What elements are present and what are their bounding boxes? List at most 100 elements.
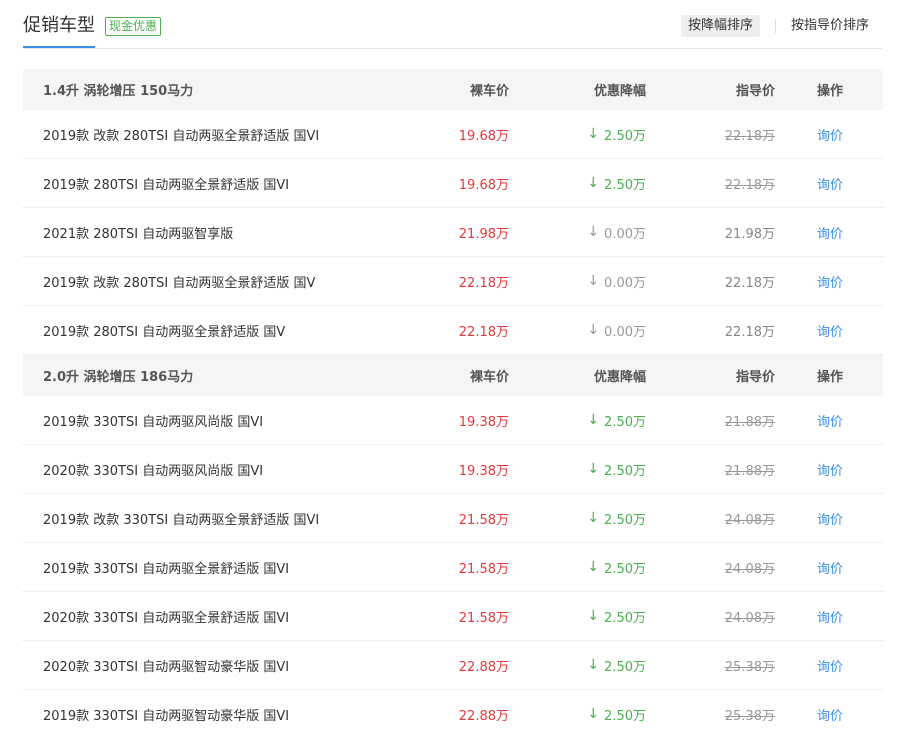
promo-table: 1.4升 涡轮增压 150马力 裸车价 优惠降幅 指导价 操作 2019款 改款 280T…: [23, 69, 883, 738]
table-row: 2019款 330TSI 自动两驱风尚版 国VI 19.38万 ↓ 2.50万 21.8…: [23, 396, 883, 445]
model-name[interactable]: 2020款 330TSI 自动两驱智动豪华版 国VI: [43, 641, 289, 689]
model-name[interactable]: 2019款 280TSI 自动两驱全景舒适版 国V: [43, 306, 285, 354]
arrow-down-icon: ↓: [587, 224, 600, 240]
arrow-down-icon: ↓: [587, 461, 600, 477]
model-name[interactable]: 2019款 改款 280TSI 自动两驱全景舒适版 国VI: [43, 110, 319, 158]
sort-divider: [775, 19, 776, 33]
col-header-action: 操作: [817, 370, 844, 385]
guide-price: 24.08万: [724, 561, 775, 577]
inquire-price-link[interactable]: 询价: [817, 494, 843, 542]
model-name[interactable]: 2020款 330TSI 自动两驱风尚版 国VI: [43, 445, 263, 493]
guide-price: 21.98万: [724, 226, 775, 242]
arrow-down-icon: ↓: [587, 559, 600, 575]
bare-price: 19.38万: [458, 463, 509, 479]
model-name[interactable]: 2019款 改款 330TSI 自动两驱全景舒适版 国VI: [43, 494, 319, 542]
table-row: 2020款 330TSI 自动两驱智动豪华版 国VI 22.88万 ↓ 2.50万 25…: [23, 641, 883, 690]
col-header-discount: 优惠降幅: [593, 84, 646, 99]
arrow-down-icon: ↓: [587, 608, 600, 624]
table-row: 2020款 330TSI 自动两驱全景舒适版 国VI 21.58万 ↓ 2.50万 24…: [23, 592, 883, 641]
discount-value: 2.50万: [604, 659, 646, 675]
bare-price: 21.58万: [458, 512, 509, 528]
discount-amount: ↓ 0.00万: [587, 257, 646, 305]
model-name[interactable]: 2019款 改款 280TSI 自动两驱全景舒适版 国V: [43, 257, 315, 305]
discount-value: 2.50万: [604, 512, 646, 528]
inquire-price-link[interactable]: 询价: [817, 110, 843, 158]
table-row: 2019款 改款 280TSI 自动两驱全景舒适版 国V 22.18万 ↓ 0.00万…: [23, 257, 883, 306]
inquire-price-link[interactable]: 询价: [817, 159, 843, 207]
discount-amount: ↓ 2.50万: [587, 396, 646, 444]
inquire-price-link[interactable]: 询价: [817, 690, 843, 738]
bare-price: 19.68万: [458, 128, 509, 144]
bare-price: 21.58万: [458, 610, 509, 626]
table-row: 2019款 280TSI 自动两驱全景舒适版 国V 22.18万 ↓ 0.00万 22.…: [23, 306, 883, 355]
discount-amount: ↓ 2.50万: [587, 159, 646, 207]
discount-amount: ↓ 2.50万: [587, 110, 646, 158]
guide-price: 22.18万: [724, 324, 775, 340]
discount-value: 2.50万: [604, 128, 646, 144]
discount-value: 2.50万: [604, 708, 646, 724]
model-name[interactable]: 2021款 280TSI 自动两驱智享版: [43, 208, 233, 256]
col-header-guide-price: 指导价: [735, 84, 775, 99]
arrow-down-icon: ↓: [587, 412, 600, 428]
inquire-price-link[interactable]: 询价: [817, 396, 843, 444]
inquire-price-link[interactable]: 询价: [817, 208, 843, 256]
model-name[interactable]: 2019款 330TSI 自动两驱智动豪华版 国VI: [43, 690, 289, 738]
inquire-price-link[interactable]: 询价: [817, 543, 843, 591]
bare-price: 19.68万: [458, 177, 509, 193]
sort-by-guide-price-button[interactable]: 按指导价排序: [791, 15, 869, 37]
table-row: 2019款 330TSI 自动两驱全景舒适版 国VI 21.58万 ↓ 2.50万 24…: [23, 543, 883, 592]
group-header: 2.0升 涡轮增压 186马力 裸车价 优惠降幅 指导价 操作: [23, 355, 883, 396]
table-row: 2020款 330TSI 自动两驱风尚版 国VI 19.38万 ↓ 2.50万 21.8…: [23, 445, 883, 494]
col-header-price: 裸车价: [469, 370, 509, 385]
arrow-down-icon: ↓: [587, 273, 600, 289]
table-row: 2019款 330TSI 自动两驱智动豪华版 国VI 22.88万 ↓ 2.50万 25…: [23, 690, 883, 738]
arrow-down-icon: ↓: [587, 657, 600, 673]
inquire-price-link[interactable]: 询价: [817, 257, 843, 305]
table-row: 2019款 改款 280TSI 自动两驱全景舒适版 国VI 19.68万 ↓ 2.50…: [23, 110, 883, 159]
group-header: 1.4升 涡轮增压 150马力 裸车价 优惠降幅 指导价 操作: [23, 69, 883, 110]
guide-price: 21.88万: [724, 414, 775, 430]
col-header-price: 裸车价: [469, 84, 509, 99]
discount-value: 2.50万: [604, 177, 646, 193]
discount-value: 2.50万: [604, 414, 646, 430]
model-name[interactable]: 2019款 330TSI 自动两驱风尚版 国VI: [43, 396, 263, 444]
col-header-discount: 优惠降幅: [593, 370, 646, 385]
model-name[interactable]: 2019款 330TSI 自动两驱全景舒适版 国VI: [43, 543, 289, 591]
arrow-down-icon: ↓: [587, 706, 600, 722]
discount-amount: ↓ 2.50万: [587, 641, 646, 689]
guide-price: 25.38万: [724, 708, 775, 724]
model-name[interactable]: 2020款 330TSI 自动两驱全景舒适版 国VI: [43, 592, 289, 640]
table-row: 2021款 280TSI 自动两驱智享版 21.98万 ↓ 0.00万 21.98万 询价: [23, 208, 883, 257]
bare-price: 19.38万: [458, 414, 509, 430]
table-row: 2019款 280TSI 自动两驱全景舒适版 国VI 19.68万 ↓ 2.50万 22…: [23, 159, 883, 208]
arrow-down-icon: ↓: [587, 510, 600, 526]
sort-by-discount-button[interactable]: 按降幅排序: [681, 15, 761, 37]
bare-price: 22.18万: [458, 275, 509, 291]
guide-price: 22.18万: [724, 275, 775, 291]
inquire-price-link[interactable]: 询价: [817, 641, 843, 689]
model-name[interactable]: 2019款 280TSI 自动两驱全景舒适版 国VI: [43, 159, 289, 207]
guide-price: 24.08万: [724, 512, 775, 528]
group-engine-label: 2.0升 涡轮增压 186马力: [43, 370, 194, 385]
guide-price: 21.88万: [724, 463, 775, 479]
discount-amount: ↓ 2.50万: [587, 543, 646, 591]
inquire-price-link[interactable]: 询价: [817, 445, 843, 493]
discount-amount: ↓ 2.50万: [587, 445, 646, 493]
col-header-guide-price: 指导价: [735, 370, 775, 385]
discount-value: 2.50万: [604, 561, 646, 577]
guide-price: 22.18万: [724, 128, 775, 144]
discount-value: 0.00万: [604, 226, 646, 242]
discount-amount: ↓ 0.00万: [587, 208, 646, 256]
discount-value: 2.50万: [604, 610, 646, 626]
bare-price: 21.58万: [458, 561, 509, 577]
guide-price: 25.38万: [724, 659, 775, 675]
cash-discount-badge: 现金优惠: [105, 17, 162, 36]
discount-amount: ↓ 2.50万: [587, 592, 646, 640]
guide-price: 24.08万: [724, 610, 775, 626]
inquire-price-link[interactable]: 询价: [817, 306, 843, 354]
inquire-price-link[interactable]: 询价: [817, 592, 843, 640]
discount-amount: ↓ 2.50万: [587, 690, 646, 738]
bare-price: 22.18万: [458, 324, 509, 340]
arrow-down-icon: ↓: [587, 126, 600, 142]
arrow-down-icon: ↓: [587, 175, 600, 191]
